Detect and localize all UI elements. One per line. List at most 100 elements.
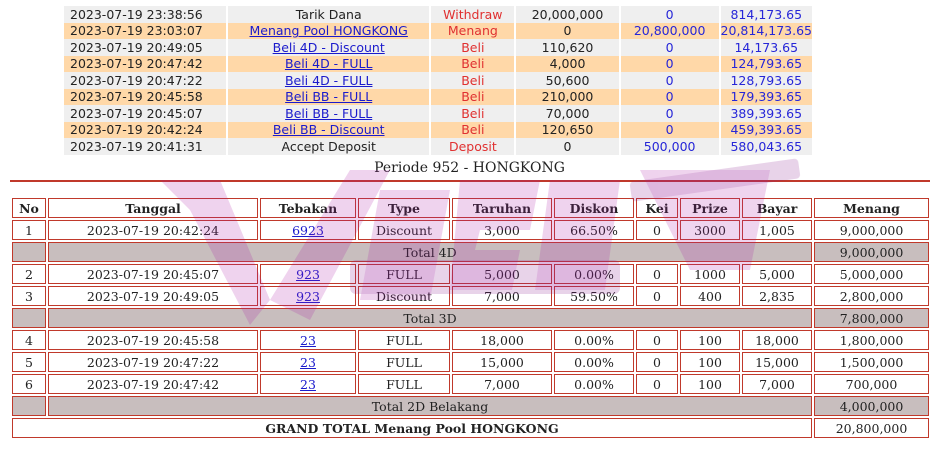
- transaction-description: Beli BB - FULL: [227, 88, 432, 105]
- subtotal-spacer: [12, 396, 46, 416]
- bet-stake: 18,000: [452, 330, 552, 350]
- bet-guess-link[interactable]: 23: [300, 333, 316, 348]
- bet-pay: 15,000: [742, 352, 812, 372]
- transaction-description-link[interactable]: Beli 4D - FULL: [285, 56, 373, 71]
- bet-prize: 400: [680, 286, 740, 306]
- transaction-credit: 0: [619, 105, 721, 122]
- transaction-credit: 500,000: [619, 138, 721, 155]
- transaction-amount: 50,600: [515, 72, 621, 89]
- transaction-amount: 20,000,000: [515, 6, 621, 23]
- transaction-description-link[interactable]: Beli 4D - Discount: [273, 40, 385, 55]
- transaction-row: 2023-07-19 20:47:22 Beli 4D - FULL Beli 50,…: [64, 72, 815, 89]
- bet-kei: 0: [636, 330, 678, 350]
- transaction-row: 2023-07-19 20:45:07 Beli BB - FULL Beli 70,…: [64, 105, 815, 122]
- transaction-description: Beli BB - FULL: [227, 105, 432, 122]
- bet-win: 9,000,000: [814, 220, 929, 240]
- bet-type: Discount: [358, 286, 450, 306]
- bet-stake: 15,000: [452, 352, 552, 372]
- bet-win: 2,800,000: [814, 286, 929, 306]
- bet-type: FULL: [358, 264, 450, 284]
- bet-kei: 0: [636, 374, 678, 394]
- bet-row: 1 2023-07-19 20:42:24 6923 Discount 3,000 66.…: [12, 220, 929, 240]
- transaction-description-link[interactable]: Beli BB - FULL: [285, 106, 372, 121]
- transaction-credit: 0: [619, 6, 721, 23]
- bet-kei: 0: [636, 264, 678, 284]
- subtotal-row: Total 2D Belakang 4,000,000: [12, 396, 929, 416]
- transaction-description: Beli 4D - FULL: [227, 55, 432, 72]
- transaction-credit: 0: [619, 72, 721, 89]
- bet-guess: 23: [260, 330, 356, 350]
- transaction-amount: 110,620: [515, 39, 621, 56]
- transaction-amount: 0: [515, 138, 621, 155]
- bet-pay: 2,835: [742, 286, 812, 306]
- transaction-credit: 0: [619, 88, 721, 105]
- grand-total-row: GRAND TOTAL Menang Pool HONGKONG 20,800,0…: [12, 418, 929, 438]
- transaction-description: Beli 4D - Discount: [227, 39, 432, 56]
- bet-win: 1,500,000: [814, 352, 929, 372]
- bet-guess: 23: [260, 352, 356, 372]
- bet-kei: 0: [636, 352, 678, 372]
- bet-guess: 923: [260, 286, 356, 306]
- bet-date: 2023-07-19 20:47:42: [48, 374, 258, 394]
- transaction-date: 2023-07-19 20:45:58: [64, 88, 229, 105]
- bet-prize: 100: [680, 330, 740, 350]
- transaction-row: 2023-07-19 20:47:42 Beli 4D - FULL Beli 4,0…: [64, 55, 815, 72]
- transaction-description-link[interactable]: Beli BB - Discount: [273, 122, 385, 137]
- transaction-row: 2023-07-19 20:49:05 Beli 4D - Discount Bel…: [64, 39, 815, 56]
- section-divider: [10, 180, 930, 182]
- bet-win: 5,000,000: [814, 264, 929, 284]
- transaction-description: Menang Pool HONGKONG: [227, 22, 432, 39]
- bet-guess-link[interactable]: 923: [296, 267, 320, 282]
- bet-stake: 7,000: [452, 374, 552, 394]
- transaction-balance: 20,814,173.65: [719, 22, 815, 39]
- transaction-date: 2023-07-19 20:47:42: [64, 55, 229, 72]
- bet-guess-link[interactable]: 923: [296, 289, 320, 304]
- bet-header-tanggal: Tanggal: [48, 198, 258, 218]
- transaction-amount: 0: [515, 22, 621, 39]
- transaction-table-body: 2023-07-19 23:38:56 Tarik Dana Withdraw 20,…: [64, 6, 815, 155]
- bet-pay: 1,005: [742, 220, 812, 240]
- bet-type: FULL: [358, 374, 450, 394]
- transaction-row: 2023-07-19 23:38:56 Tarik Dana Withdraw 20,…: [64, 6, 815, 23]
- transaction-credit: 0: [619, 55, 721, 72]
- bet-guess-link[interactable]: 23: [300, 355, 316, 370]
- transaction-description-link[interactable]: Beli 4D - FULL: [285, 73, 373, 88]
- transaction-type: Beli: [430, 88, 517, 105]
- bet-stake: 5,000: [452, 264, 552, 284]
- transaction-amount: 210,000: [515, 88, 621, 105]
- bet-date: 2023-07-19 20:47:22: [48, 352, 258, 372]
- bet-table-header-row: No Tanggal Tebakan Type Taruhan Diskon Kei Priz…: [12, 198, 929, 218]
- bet-pay: 5,000: [742, 264, 812, 284]
- bet-discount: 59.50%: [554, 286, 634, 306]
- transaction-date: 2023-07-19 20:47:22: [64, 72, 229, 89]
- bet-discount: 0.00%: [554, 374, 634, 394]
- transaction-description-link[interactable]: Beli BB - FULL: [285, 89, 372, 104]
- grand-total-label: GRAND TOTAL Menang Pool HONGKONG: [12, 418, 812, 438]
- bet-no: 5: [12, 352, 46, 372]
- bet-guess-link[interactable]: 6923: [292, 223, 324, 238]
- bet-type: FULL: [358, 352, 450, 372]
- transaction-description: Tarik Dana: [227, 6, 432, 23]
- transaction-balance: 179,393.65: [719, 88, 815, 105]
- bet-header-prize: Prize: [680, 198, 740, 218]
- transaction-description-link[interactable]: Menang Pool HONGKONG: [249, 23, 407, 38]
- transaction-credit: 0: [619, 39, 721, 56]
- bet-row: 2 2023-07-19 20:45:07 923 FULL 5,000 0.00% 0 10…: [12, 264, 929, 284]
- bet-header-taruhan: Taruhan: [452, 198, 552, 218]
- bet-discount: 0.00%: [554, 352, 634, 372]
- bet-stake: 3,000: [452, 220, 552, 240]
- bet-guess: 23: [260, 374, 356, 394]
- grand-total-win: 20,800,000: [814, 418, 929, 438]
- bet-row: 5 2023-07-19 20:47:22 23 FULL 15,000 0.00% 0 10…: [12, 352, 929, 372]
- bet-header-diskon: Diskon: [554, 198, 634, 218]
- bet-row: 4 2023-07-19 20:45:58 23 FULL 18,000 0.00% 0 10…: [12, 330, 929, 350]
- subtotal-win: 4,000,000: [814, 396, 929, 416]
- bet-table-body: 1 2023-07-19 20:42:24 6923 Discount 3,000 66.…: [12, 220, 929, 438]
- bet-row: 6 2023-07-19 20:47:42 23 FULL 7,000 0.00% 0 100…: [12, 374, 929, 394]
- bet-discount: 0.00%: [554, 264, 634, 284]
- bet-header-type: Type: [358, 198, 450, 218]
- bet-header-no: No: [12, 198, 46, 218]
- transaction-type: Beli: [430, 72, 517, 89]
- period-title: Periode 952 - HONGKONG: [374, 160, 565, 176]
- bet-guess-link[interactable]: 23: [300, 377, 316, 392]
